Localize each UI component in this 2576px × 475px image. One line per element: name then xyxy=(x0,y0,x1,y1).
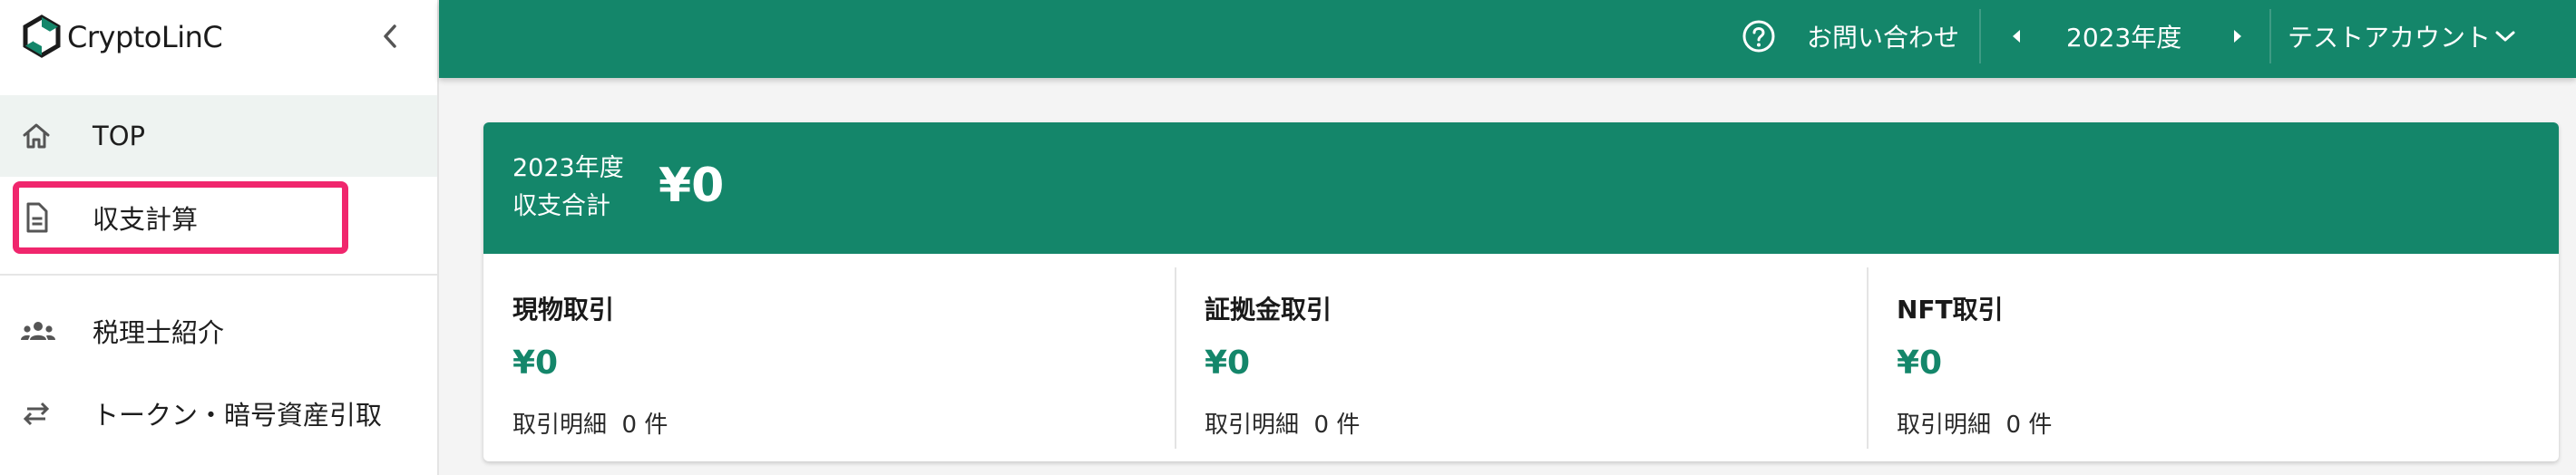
people-icon xyxy=(21,322,55,340)
column-title: NFT取引 xyxy=(1897,295,2004,325)
summary-card: 2023年度 収支合計 ¥0 現物取引 ¥0 取引明細 0 件 証拠金取引 ¥0… xyxy=(483,122,2559,461)
collapse-sidebar-button[interactable] xyxy=(374,20,406,53)
header-divider xyxy=(2269,9,2271,63)
account-dropdown-button[interactable] xyxy=(2494,0,2516,73)
column-amount: ¥0 xyxy=(512,344,559,382)
total-amount: ¥0 xyxy=(659,159,725,213)
prev-year-button[interactable] xyxy=(2010,0,2023,73)
margin-trading-column[interactable]: 証拠金取引 ¥0 取引明細 0 件 xyxy=(1176,254,1867,461)
detail-count: 0 xyxy=(621,412,638,439)
chevron-left-icon xyxy=(384,24,396,48)
sidebar-item-label: 税理士紹介 xyxy=(93,317,225,348)
transaction-detail: 取引明細 0 件 xyxy=(512,406,668,440)
brand[interactable]: CryptoLinC xyxy=(0,0,437,73)
sidebar-item-label: TOP xyxy=(93,121,146,151)
detail-unit: 件 xyxy=(1336,412,1361,439)
transaction-detail: 取引明細 0 件 xyxy=(1897,406,2052,440)
detail-label: 取引明細 xyxy=(1205,412,1300,439)
sidebar-item-income-calc[interactable]: 収支計算 xyxy=(0,177,437,258)
sidebar-item-label: 収支計算 xyxy=(93,204,199,235)
home-icon xyxy=(23,123,50,149)
help-button[interactable] xyxy=(1742,0,1776,73)
contact-link[interactable]: お問い合わせ xyxy=(1807,0,1959,73)
summary-card-header: 2023年度 収支合計 ¥0 xyxy=(483,122,2559,254)
next-year-button[interactable] xyxy=(2231,0,2244,73)
sidebar-item-token-exchange[interactable]: トークン・暗号資産引取 xyxy=(0,373,437,454)
transaction-detail: 取引明細 0 件 xyxy=(1205,406,1360,440)
total-label: 収支合計 xyxy=(512,192,610,220)
sidebar: CryptoLinC TOP 収支計算 税理士紹介 トークン・暗号資産引取 xyxy=(0,0,439,475)
spot-trading-column[interactable]: 現物取引 ¥0 取引明細 0 件 xyxy=(483,254,1175,461)
year-label: 2023年度 xyxy=(2066,23,2182,53)
document-icon xyxy=(26,202,48,233)
sidebar-item-label: トークン・暗号資産引取 xyxy=(93,400,383,431)
column-amount: ¥0 xyxy=(1205,344,1251,382)
column-title: 現物取引 xyxy=(512,295,615,325)
detail-count: 0 xyxy=(2005,412,2022,439)
caret-right-icon xyxy=(2234,30,2241,43)
column-title: 証拠金取引 xyxy=(1205,295,1332,325)
account-menu[interactable]: テストアカウント xyxy=(2288,0,2491,73)
detail-unit: 件 xyxy=(2028,412,2053,439)
detail-unit: 件 xyxy=(644,412,668,439)
detail-label: 取引明細 xyxy=(1897,412,1992,439)
brand-name: CryptoLinC xyxy=(67,20,223,54)
chevron-down-icon xyxy=(2495,31,2515,42)
sidebar-divider xyxy=(0,274,437,276)
cryptolinc-logo xyxy=(23,15,61,58)
swap-arrows-icon xyxy=(23,402,50,426)
caret-left-icon xyxy=(2013,30,2020,43)
sidebar-item-top[interactable]: TOP xyxy=(0,95,437,177)
nft-trading-column[interactable]: NFT取引 ¥0 取引明細 0 件 xyxy=(1868,254,2559,461)
header-divider xyxy=(1979,9,1981,63)
detail-count: 0 xyxy=(1313,412,1330,439)
fiscal-year-label: 2023年度 xyxy=(512,154,624,182)
column-amount: ¥0 xyxy=(1897,344,1943,382)
sidebar-item-tax-accountant[interactable]: 税理士紹介 xyxy=(0,290,437,372)
detail-label: 取引明細 xyxy=(512,412,608,439)
top-header: お問い合わせ 2023年度 テストアカウント xyxy=(439,0,2576,78)
help-circle-icon xyxy=(1742,20,1775,53)
